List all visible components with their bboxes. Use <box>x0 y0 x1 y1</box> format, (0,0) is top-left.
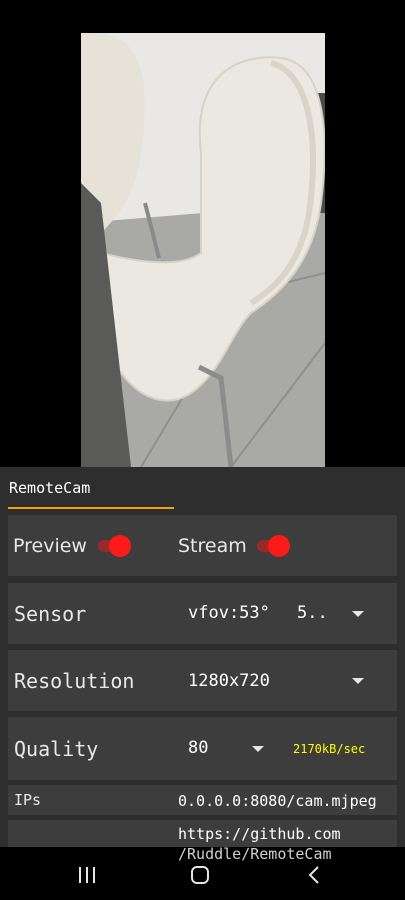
stream-toggle-knob <box>268 535 290 557</box>
tab-remotecam[interactable]: RemoteCam <box>8 467 174 509</box>
chevron-down-icon <box>352 611 364 617</box>
sensor-select[interactable]: vfov:53° 5.. <box>178 583 397 644</box>
camera-preview <box>81 33 325 467</box>
quality-label: Quality <box>14 737 99 761</box>
resolution-row: Resolution 1280x720 <box>8 650 397 711</box>
tab-remotecam-label: RemoteCam <box>9 479 91 497</box>
bitrate-readout: 2170kB/sec <box>293 742 366 756</box>
control-panel: RemoteCam Preview Stream Sensor vfov:53°… <box>0 467 405 847</box>
github-link-line1[interactable]: https://github.com <box>178 825 341 843</box>
resolution-label: Resolution <box>14 669 135 693</box>
ips-row: IPs 0.0.0.0:8080/cam.mjpeg <box>8 785 397 815</box>
chevron-down-icon <box>252 746 264 752</box>
github-link-line2[interactable]: /Ruddle/RemoteCam <box>178 845 332 863</box>
quality-select[interactable]: 80 <box>178 717 278 780</box>
sensor-value: vfov:53° <box>188 603 270 623</box>
preview-toggle-knob <box>109 535 131 557</box>
preview-label: Preview <box>13 535 87 557</box>
resolution-value: 1280x720 <box>188 671 270 691</box>
system-nav-bar <box>0 862 405 900</box>
sensor-row: Sensor vfov:53° 5.. <box>8 583 397 644</box>
preview-toggle[interactable] <box>96 535 132 557</box>
resolution-select[interactable]: 1280x720 <box>178 650 397 711</box>
stream-url[interactable]: 0.0.0.0:8080/cam.mjpeg <box>178 792 377 810</box>
toggle-row: Preview Stream <box>8 515 397 576</box>
home-icon[interactable] <box>190 865 210 885</box>
link-row: https://github.com <box>8 820 397 847</box>
stream-label: Stream <box>178 535 247 557</box>
tab-bar: RemoteCam <box>0 467 405 511</box>
ips-label: IPs <box>14 791 42 809</box>
chevron-down-icon <box>352 678 364 684</box>
quality-value: 80 <box>188 738 209 758</box>
back-icon[interactable] <box>306 865 322 885</box>
stream-toggle[interactable] <box>255 535 291 557</box>
quality-row: Quality 80 2170kB/sec <box>8 717 397 780</box>
sensor-label: Sensor <box>14 602 87 626</box>
sensor-extra-value: 5.. <box>297 603 328 623</box>
camera-preview-image <box>81 33 325 467</box>
recent-apps-icon[interactable] <box>76 866 98 884</box>
